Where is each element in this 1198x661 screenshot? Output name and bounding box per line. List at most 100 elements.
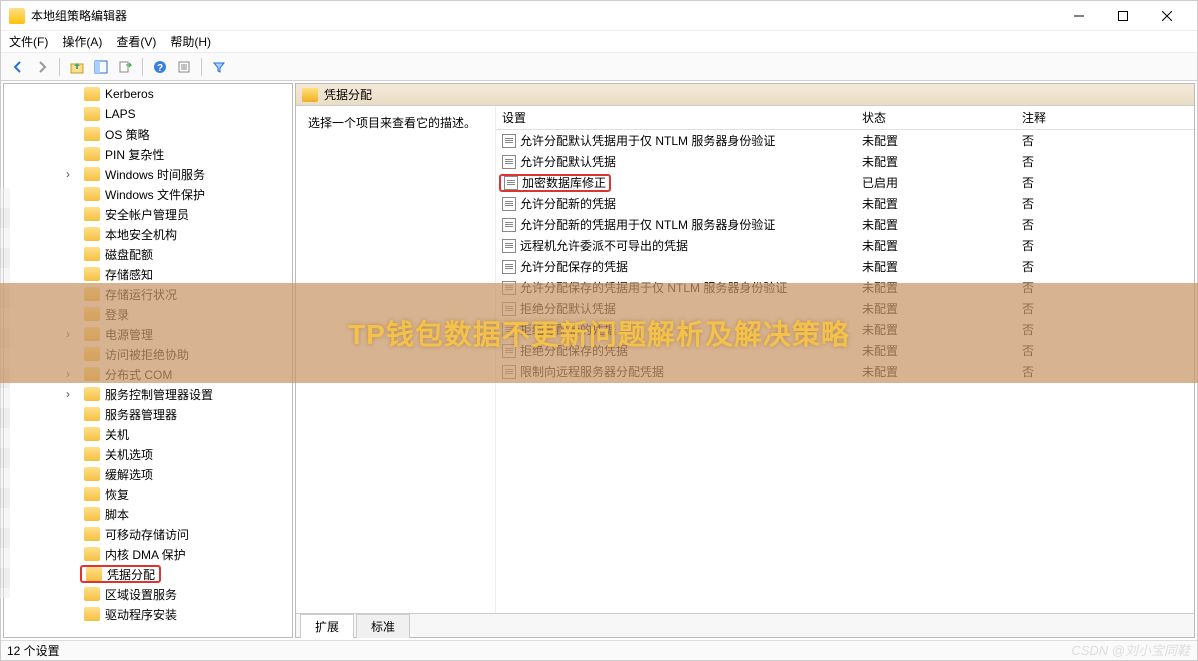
- settings-row[interactable]: 拒绝分配默认凭据未配置否: [496, 298, 1194, 319]
- tree-item[interactable]: LAPS: [4, 104, 292, 124]
- maximize-button[interactable]: [1101, 1, 1145, 31]
- tree-item[interactable]: 缓解选项: [4, 464, 292, 484]
- menu-view[interactable]: 查看(V): [116, 33, 156, 50]
- tree-item[interactable]: 区域设置服务: [4, 584, 292, 604]
- col-note-header[interactable]: 注释: [1022, 109, 1152, 126]
- setting-label: 允许分配保存的凭据用于仅 NTLM 服务器身份验证: [520, 279, 787, 296]
- tree-item[interactable]: 分布式 COM: [4, 364, 292, 384]
- setting-label: 允许分配默认凭据: [520, 153, 616, 170]
- tree-item-label: 分布式 COM: [105, 366, 172, 383]
- folder-icon: [84, 387, 100, 401]
- tree-item-label: 本地安全机构: [105, 226, 177, 243]
- forward-button[interactable]: [31, 56, 53, 78]
- settings-row[interactable]: 允许分配默认凭据用于仅 NTLM 服务器身份验证未配置否: [496, 130, 1194, 151]
- close-button[interactable]: [1145, 1, 1189, 31]
- tree-item[interactable]: 磁盘配额: [4, 244, 292, 264]
- tree-item-label: 安全帐户管理员: [105, 206, 189, 223]
- tree-item[interactable]: 驱动程序安装: [4, 604, 292, 624]
- tree-item[interactable]: OS 策略: [4, 124, 292, 144]
- tree-item-label: Windows 时间服务: [105, 166, 205, 183]
- settings-row[interactable]: 允许分配新的凭据用于仅 NTLM 服务器身份验证未配置否: [496, 214, 1194, 235]
- tree-item[interactable]: 服务控制管理器设置: [4, 384, 292, 404]
- menu-file[interactable]: 文件(F): [9, 33, 48, 50]
- tree-item[interactable]: 关机选项: [4, 444, 292, 464]
- tree-item[interactable]: 访问被拒绝协助: [4, 344, 292, 364]
- tree-item[interactable]: 存储运行状况: [4, 284, 292, 304]
- settings-row[interactable]: 允许分配保存的凭据用于仅 NTLM 服务器身份验证未配置否: [496, 277, 1194, 298]
- tree-item[interactable]: Kerberos: [4, 84, 292, 104]
- tree-item[interactable]: 存储感知: [4, 264, 292, 284]
- settings-row[interactable]: 加密数据库修正已启用否: [496, 172, 1194, 193]
- help-button[interactable]: ?: [149, 56, 171, 78]
- col-setting-header[interactable]: 设置: [502, 109, 862, 126]
- tree-item-label: 可移动存储访问: [105, 526, 189, 543]
- folder-icon: [84, 487, 100, 501]
- tree-item-label: 服务控制管理器设置: [105, 386, 213, 403]
- minimize-button[interactable]: [1057, 1, 1101, 31]
- folder-icon: [84, 307, 100, 321]
- tree-pane[interactable]: Kerberos LAPS OS 策略 PIN 复杂性 Windows 时间服务Wind…: [3, 83, 293, 638]
- tab-extended[interactable]: 扩展: [300, 614, 354, 638]
- tree-item[interactable]: 脚本: [4, 504, 292, 524]
- tree-item[interactable]: Windows 文件保护: [4, 184, 292, 204]
- tree-item-label: PIN 复杂性: [105, 146, 164, 163]
- tree-item-label: 登录: [105, 306, 129, 323]
- settings-row[interactable]: 拒绝分配新的凭据未配置否: [496, 319, 1194, 340]
- list-header: 设置 状态 注释: [496, 106, 1194, 130]
- export-list-button[interactable]: [114, 56, 136, 78]
- tree-item[interactable]: 登录: [4, 304, 292, 324]
- setting-icon: [502, 344, 516, 358]
- properties-button[interactable]: [173, 56, 195, 78]
- tree-item[interactable]: 服务器管理器: [4, 404, 292, 424]
- folder-icon: [84, 287, 100, 301]
- settings-row[interactable]: 拒绝分配保存的凭据未配置否: [496, 340, 1194, 361]
- folder-icon: [84, 147, 100, 161]
- col-state-header[interactable]: 状态: [862, 109, 1022, 126]
- setting-state: 未配置: [862, 300, 1022, 317]
- setting-label: 加密数据库修正: [522, 174, 606, 191]
- setting-note: 否: [1022, 237, 1152, 254]
- main-window: 本地组策略编辑器 文件(F) 操作(A) 查看(V) 帮助(H) ? Kerbe…: [0, 0, 1198, 661]
- tab-standard[interactable]: 标准: [356, 614, 410, 638]
- tree-item-label: LAPS: [105, 107, 136, 121]
- setting-icon: [502, 281, 516, 295]
- folder-icon: [84, 247, 100, 261]
- tree-item[interactable]: 内核 DMA 保护: [4, 544, 292, 564]
- tree-item[interactable]: PIN 复杂性: [4, 144, 292, 164]
- settings-list: 设置 状态 注释 允许分配默认凭据用于仅 NTLM 服务器身份验证未配置否允许分…: [496, 106, 1194, 613]
- back-button[interactable]: [7, 56, 29, 78]
- tree-item[interactable]: 恢复: [4, 484, 292, 504]
- folder-icon: [84, 427, 100, 441]
- tree-item[interactable]: 可移动存储访问: [4, 524, 292, 544]
- tree-item[interactable]: 电源管理: [4, 324, 292, 344]
- filter-button[interactable]: [208, 56, 230, 78]
- tree-item[interactable]: 凭据分配: [4, 564, 292, 584]
- settings-row[interactable]: 允许分配默认凭据未配置否: [496, 151, 1194, 172]
- folder-icon: [84, 267, 100, 281]
- settings-row[interactable]: 允许分配新的凭据未配置否: [496, 193, 1194, 214]
- status-text: 12 个设置: [7, 642, 60, 659]
- tree-item-label: 恢复: [105, 486, 129, 503]
- show-hide-tree-button[interactable]: [90, 56, 112, 78]
- tree-item[interactable]: 安全帐户管理员: [4, 204, 292, 224]
- setting-icon: [502, 260, 516, 274]
- description-pane: 选择一个项目来查看它的描述。: [296, 106, 496, 613]
- setting-state: 未配置: [862, 195, 1022, 212]
- settings-row[interactable]: 限制向远程服务器分配凭据未配置否: [496, 361, 1194, 382]
- tree-item-label: 存储运行状况: [105, 286, 177, 303]
- tree-item[interactable]: 关机: [4, 424, 292, 444]
- menu-help[interactable]: 帮助(H): [170, 33, 211, 50]
- tree-item[interactable]: 本地安全机构: [4, 224, 292, 244]
- toolbar-separator: [142, 58, 143, 76]
- settings-row[interactable]: 远程机允许委派不可导出的凭据未配置否: [496, 235, 1194, 256]
- settings-row[interactable]: 允许分配保存的凭据未配置否: [496, 256, 1194, 277]
- menu-action[interactable]: 操作(A): [62, 33, 102, 50]
- setting-label: 允许分配新的凭据: [520, 195, 616, 212]
- tree-item-label: 凭据分配: [107, 566, 155, 583]
- details-pane: 凭据分配 选择一个项目来查看它的描述。 设置 状态 注释 允许分配默认凭据用于仅…: [295, 83, 1195, 638]
- up-level-button[interactable]: [66, 56, 88, 78]
- tree-item[interactable]: Windows 时间服务: [4, 164, 292, 184]
- tree-item-label: 服务器管理器: [105, 406, 177, 423]
- setting-icon: [504, 176, 518, 190]
- list-rows[interactable]: 允许分配默认凭据用于仅 NTLM 服务器身份验证未配置否允许分配默认凭据未配置否…: [496, 130, 1194, 613]
